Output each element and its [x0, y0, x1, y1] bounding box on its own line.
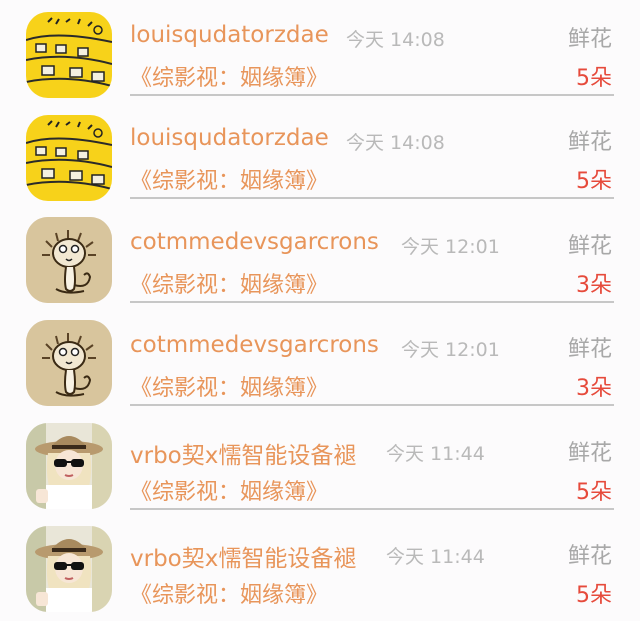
timestamp: 今天 12:01	[401, 236, 500, 258]
gift-label: 鲜花	[567, 337, 612, 362]
gift-label: 鲜花	[567, 544, 612, 569]
divider	[130, 508, 614, 510]
username[interactable]: vrbo契x懦智能设备褪	[130, 436, 356, 470]
list-item[interactable]: vrbo契x懦智能设备褪 今天 11:44 鲜花 《综影视：姻缘簿》 5朵	[0, 414, 640, 517]
list-item[interactable]: cotmmedevsgarcrons 今天 12:01 鲜花 《综影视：姻缘簿》…	[0, 310, 640, 413]
gift-count: 5朵	[576, 480, 612, 505]
username[interactable]: louisqudatorzdae	[130, 22, 329, 48]
gift-count: 3朵	[576, 376, 612, 401]
divider	[130, 197, 614, 199]
show-title[interactable]: 《综影视：姻缘簿》	[130, 60, 328, 92]
list-item[interactable]: vrbo契x懦智能设备褪 今天 11:44 鲜花 《综影视：姻缘簿》 5朵	[0, 517, 640, 620]
gift-count: 5朵	[576, 583, 612, 608]
yellow-cartoon-avatar-icon	[26, 115, 112, 201]
gift-message-list: louisqudatorzdae 今天 14:08 鲜花 《综影视：姻缘簿》 5…	[0, 0, 640, 621]
lion-sketch-avatar-icon	[26, 217, 112, 303]
girl-hat-avatar-icon	[26, 423, 112, 509]
divider	[130, 301, 614, 303]
girl-hat-avatar-icon	[26, 526, 112, 612]
avatar[interactable]	[26, 320, 112, 406]
avatar[interactable]	[26, 423, 112, 509]
yellow-cartoon-avatar-icon	[26, 12, 112, 98]
gift-count: 5朵	[576, 66, 612, 91]
username[interactable]: vrbo契x懦智能设备褪	[130, 539, 356, 573]
username[interactable]: cotmmedevsgarcrons	[130, 229, 379, 255]
username[interactable]: cotmmedevsgarcrons	[130, 332, 379, 358]
list-item[interactable]: cotmmedevsgarcrons 今天 12:01 鲜花 《综影视：姻缘簿》…	[0, 207, 640, 310]
timestamp: 今天 14:08	[346, 29, 445, 51]
show-title[interactable]: 《综影视：姻缘簿》	[130, 474, 328, 506]
lion-sketch-avatar-icon	[26, 320, 112, 406]
gift-label: 鲜花	[567, 441, 612, 466]
username[interactable]: louisqudatorzdae	[130, 125, 329, 151]
show-title[interactable]: 《综影视：姻缘簿》	[130, 267, 328, 299]
divider	[130, 94, 614, 96]
divider	[130, 404, 614, 406]
avatar[interactable]	[26, 526, 112, 612]
avatar[interactable]	[26, 115, 112, 201]
show-title[interactable]: 《综影视：姻缘簿》	[130, 577, 328, 609]
gift-label: 鲜花	[567, 130, 612, 155]
show-title[interactable]: 《综影视：姻缘簿》	[130, 163, 328, 195]
timestamp: 今天 12:01	[401, 339, 500, 361]
show-title[interactable]: 《综影视：姻缘簿》	[130, 370, 328, 402]
gift-count: 3朵	[576, 273, 612, 298]
gift-label: 鲜花	[567, 27, 612, 52]
timestamp: 今天 11:44	[386, 546, 485, 568]
gift-count: 5朵	[576, 169, 612, 194]
gift-label: 鲜花	[567, 234, 612, 259]
list-item[interactable]: louisqudatorzdae 今天 14:08 鲜花 《综影视：姻缘簿》 5…	[0, 0, 640, 103]
timestamp: 今天 11:44	[386, 443, 485, 465]
list-item[interactable]: louisqudatorzdae 今天 14:08 鲜花 《综影视：姻缘簿》 5…	[0, 103, 640, 206]
avatar[interactable]	[26, 12, 112, 98]
avatar[interactable]	[26, 217, 112, 303]
timestamp: 今天 14:08	[346, 132, 445, 154]
